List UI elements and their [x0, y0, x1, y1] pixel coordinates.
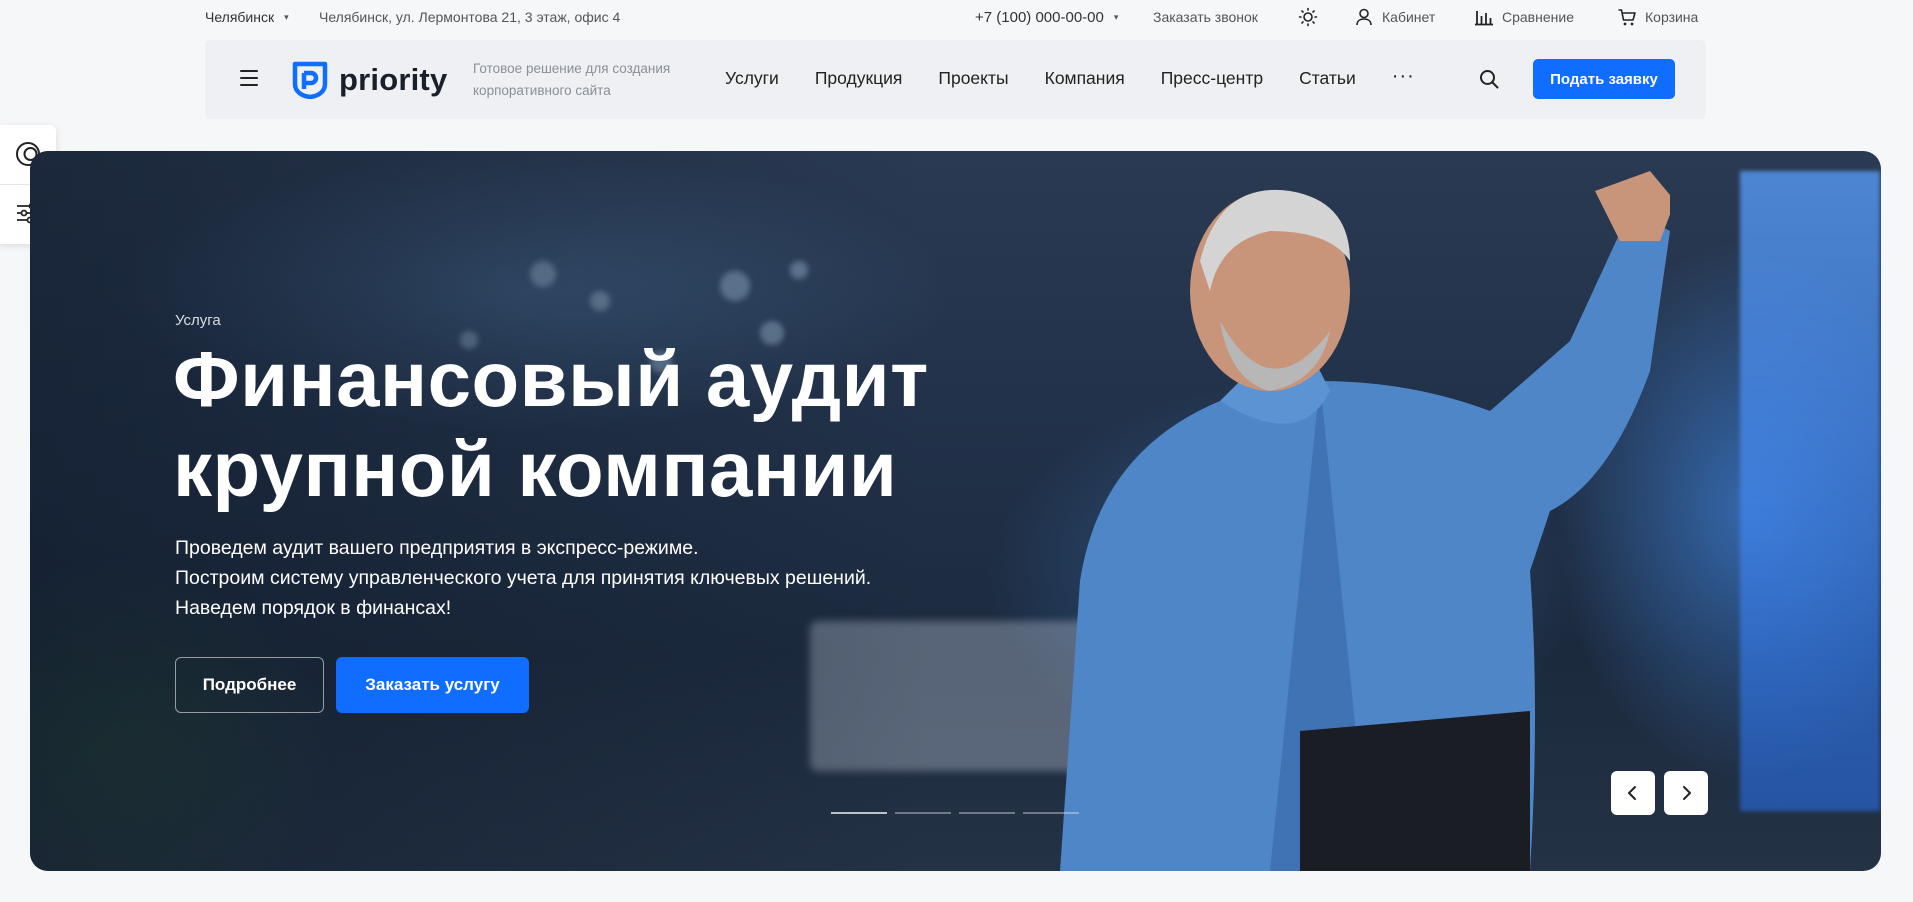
top-bar: Челябинск ▾ Челябинск, ул. Лермонтова 21,…: [0, 0, 1913, 36]
hero-person-image: [1060, 171, 1670, 871]
user-icon: [1356, 8, 1372, 26]
caret-down-icon: ▾: [284, 11, 289, 22]
cabinet-label: Кабинет: [1382, 9, 1436, 25]
phone-label: +7 (100) 000-00-00: [975, 9, 1104, 26]
site-tagline: Готовое решение для создания корпоративн…: [473, 61, 671, 98]
nav-item-company[interactable]: Компания: [1045, 68, 1125, 89]
nav-item-articles[interactable]: Статьи: [1299, 68, 1356, 89]
logo-text: priority: [339, 62, 448, 97]
cart-icon: [1618, 9, 1636, 26]
hero-title: Финансовый аудит крупной компании: [173, 334, 993, 514]
cabinet-link[interactable]: Кабинет: [1354, 7, 1435, 27]
address-text: Челябинск, ул. Лермонтова 21, 3 этаж, оф…: [319, 9, 621, 25]
callback-link[interactable]: Заказать звонок: [1153, 9, 1258, 25]
logo[interactable]: priority: [291, 61, 447, 99]
compare-label: Сравнение: [1502, 9, 1574, 25]
main-header: priority Готовое решение для создания ко…: [205, 40, 1706, 119]
hero-title-line-1: Финансовый аудит: [173, 335, 929, 423]
theme-toggle-button[interactable]: [1298, 7, 1318, 27]
menu-burger-icon[interactable]: [240, 70, 258, 86]
slider-dot-3[interactable]: [959, 812, 1015, 814]
background-monitor: [1740, 171, 1880, 811]
chevron-right-icon: [1683, 786, 1691, 800]
more-details-button[interactable]: Подробнее: [175, 657, 324, 713]
hero-description: Проведем аудит вашего предприятия в эксп…: [175, 533, 995, 623]
slider-pagination: [831, 812, 1079, 814]
nav-item-projects[interactable]: Проекты: [938, 68, 1008, 89]
cart-link[interactable]: Корзина: [1617, 7, 1698, 27]
phone-selector[interactable]: +7 (100) 000-00-00 ▾: [975, 9, 1118, 26]
search-icon: [1480, 70, 1499, 89]
hero-desc-line-2: Построим систему управленческого учета д…: [175, 567, 872, 589]
bar-chart-icon: [1475, 11, 1493, 26]
slider-dot-2[interactable]: [895, 812, 951, 814]
submit-request-button[interactable]: Подать заявку: [1533, 59, 1675, 99]
nav-item-press[interactable]: Пресс-центр: [1161, 68, 1263, 89]
logo-mark-icon: [292, 61, 328, 99]
slider-dot-4[interactable]: [1023, 812, 1079, 814]
slider-next-button[interactable]: [1664, 771, 1708, 815]
compare-link[interactable]: Сравнение: [1474, 7, 1574, 27]
sun-icon: [1298, 7, 1318, 27]
nav-more-icon[interactable]: ···: [1392, 66, 1415, 89]
search-button[interactable]: [1478, 68, 1500, 95]
nav-item-products[interactable]: Продукция: [815, 68, 903, 89]
hero-title-line-2: крупной компании: [173, 425, 898, 513]
main-nav: Услуги Продукция Проекты Компания Пресс-…: [725, 66, 1415, 89]
city-selector[interactable]: Челябинск ▾: [205, 9, 289, 25]
slider-dot-1[interactable]: [831, 812, 887, 814]
nav-item-services[interactable]: Услуги: [725, 68, 779, 89]
slider-prev-button[interactable]: [1611, 771, 1655, 815]
city-label: Челябинск: [205, 9, 275, 25]
order-service-button[interactable]: Заказать услугу: [336, 657, 529, 713]
cart-label: Корзина: [1645, 9, 1699, 25]
hero-eyebrow: Услуга: [175, 312, 221, 329]
chevron-left-icon: [1628, 786, 1636, 800]
hero-desc-line-3: Наведем порядок в финансах!: [175, 597, 452, 619]
caret-down-icon: ▾: [1113, 12, 1119, 22]
hero-desc-line-1: Проведем аудит вашего предприятия в эксп…: [175, 537, 699, 559]
